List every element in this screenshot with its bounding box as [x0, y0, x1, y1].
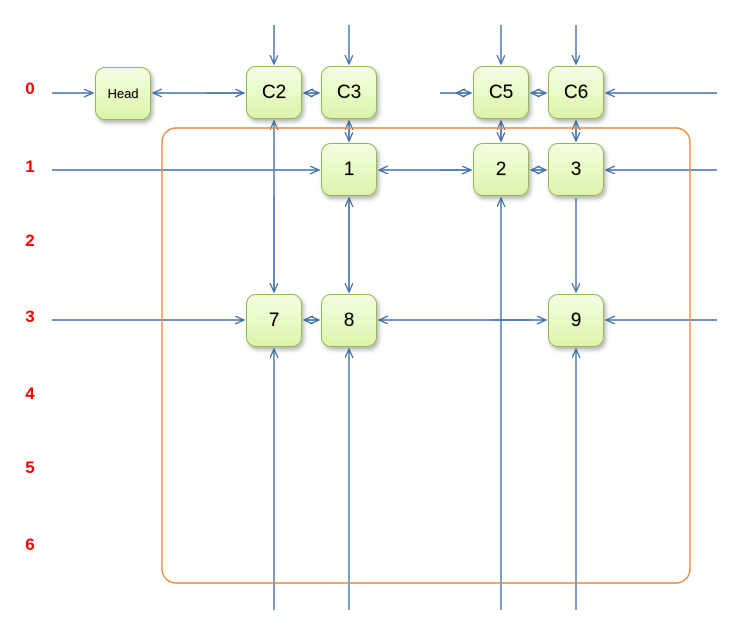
node-c5[interactable]: C5	[473, 66, 529, 119]
node-c6-label: C6	[563, 82, 589, 103]
row-label-6: 6	[25, 535, 35, 554]
node-head-label: Head	[107, 86, 139, 101]
row-label-1: 1	[25, 157, 35, 176]
node-3[interactable]: 3	[548, 143, 604, 196]
row-label-5: 5	[25, 458, 35, 477]
node-c3[interactable]: C3	[321, 66, 377, 119]
node-2-label: 2	[495, 159, 507, 180]
node-c5-label: C5	[488, 82, 514, 103]
diagram-canvas: 0 1 2 3 4 5 6 Head C2 C3 C5 C6 1 2 3 7 8…	[0, 0, 744, 638]
node-8[interactable]: 8	[321, 294, 377, 347]
node-c6[interactable]: C6	[548, 66, 604, 119]
row-label-4: 4	[25, 384, 35, 403]
node-c2-label: C2	[261, 82, 287, 103]
node-1-label: 1	[343, 159, 355, 180]
node-9[interactable]: 9	[548, 294, 604, 347]
row-label-3: 3	[25, 307, 35, 326]
node-7[interactable]: 7	[246, 294, 302, 347]
group-boundary-box	[161, 127, 691, 584]
node-2[interactable]: 2	[473, 143, 529, 196]
node-1[interactable]: 1	[321, 143, 377, 196]
row-label-0: 0	[25, 79, 35, 98]
row-label-2: 2	[25, 231, 35, 250]
node-c3-label: C3	[336, 82, 362, 103]
node-c2[interactable]: C2	[246, 66, 302, 119]
node-8-label: 8	[343, 310, 355, 331]
node-9-label: 9	[570, 310, 582, 331]
node-3-label: 3	[570, 159, 582, 180]
node-head[interactable]: Head	[95, 67, 151, 120]
node-7-label: 7	[268, 310, 280, 331]
